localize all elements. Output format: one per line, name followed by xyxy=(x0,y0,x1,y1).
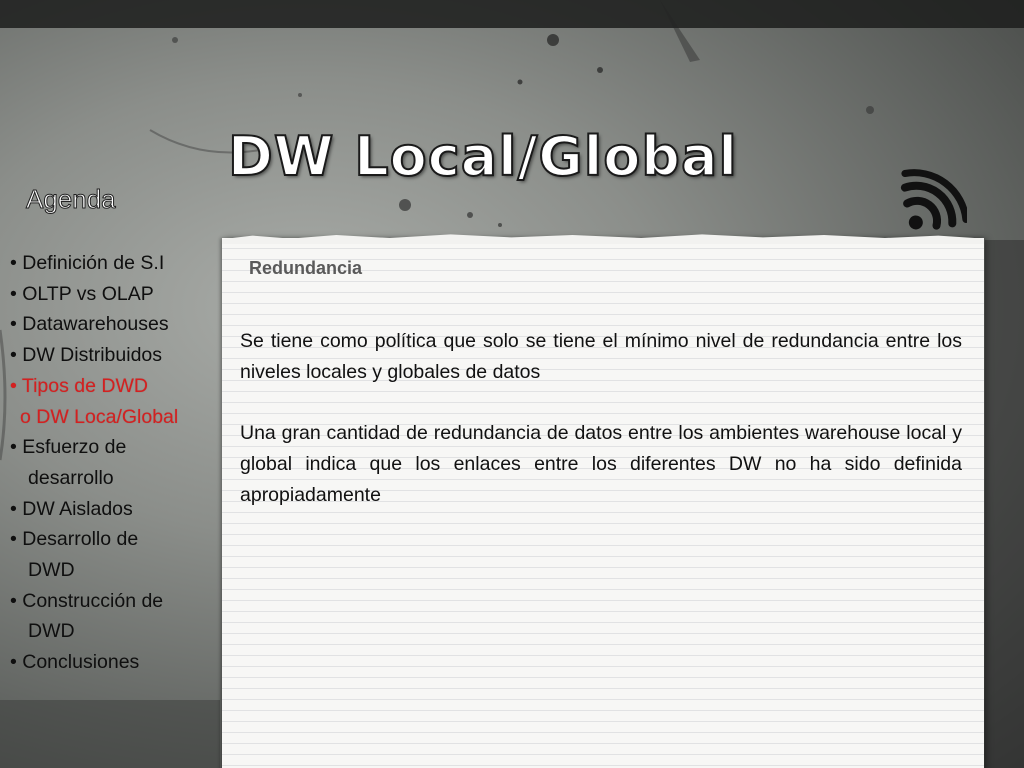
agenda-item-continuation: DWD xyxy=(28,620,75,643)
agenda-heading: Agenda xyxy=(26,184,117,214)
agenda-list: • Definición de S.I • OLTP vs OLAP • Dat… xyxy=(10,248,225,678)
agenda-item[interactable]: • Construcción de DWD xyxy=(10,586,225,647)
agenda-item[interactable]: • Esfuerzo de desarrollo xyxy=(10,432,225,493)
agenda-item[interactable]: • Conclusiones xyxy=(10,647,225,678)
paper-torn-edge xyxy=(222,234,984,244)
body-text: Se tiene como política que solo se tiene… xyxy=(240,326,962,541)
body-paragraph: Una gran cantidad de redundancia de dato… xyxy=(240,422,962,506)
agenda-item-label: • Esfuerzo de xyxy=(10,436,127,459)
agenda-item[interactable]: • DW Aislados xyxy=(10,494,225,525)
agenda-item-label: • Datawarehouses xyxy=(10,313,169,336)
slide-title: DW Local/Global xyxy=(227,125,738,188)
agenda-item-label: • DW Distribuidos xyxy=(10,344,163,367)
agenda-item[interactable]: • Desarrollo de DWD xyxy=(10,524,225,585)
agenda-item-label: • DW Aislados xyxy=(10,497,133,520)
agenda-item[interactable]: • Definición de S.I xyxy=(10,248,225,279)
agenda-item-label: • Conclusiones xyxy=(10,651,140,674)
agenda-item[interactable]: • OLTP vs OLAP xyxy=(10,279,225,310)
body-paragraph: Se tiene como política que solo se tiene… xyxy=(240,330,962,383)
agenda-item[interactable]: • Datawarehouses xyxy=(10,309,225,340)
rss-icon xyxy=(900,169,967,230)
agenda-item[interactable]: • DW Distribuidos xyxy=(10,340,225,371)
section-heading: Redundancia xyxy=(249,258,363,278)
content-paper: Redundancia Se tiene como política que s… xyxy=(222,234,984,768)
agenda-item-continuation: desarrollo xyxy=(28,466,114,489)
agenda-subitem-active[interactable]: o DW Loca/Global xyxy=(10,402,225,433)
agenda-item-label: • Definición de S.I xyxy=(10,252,165,274)
agenda-item-active[interactable]: • Tipos de DWD xyxy=(10,371,225,402)
agenda-item-continuation: DWD xyxy=(28,559,75,582)
agenda-item-label: • Desarrollo de xyxy=(10,528,139,551)
agenda-item-label: o DW Loca/Global xyxy=(20,405,179,428)
agenda-item-label: • Tipos de DWD xyxy=(10,374,148,397)
agenda-item-label: • Construcción de xyxy=(10,589,164,612)
agenda-item-label: • OLTP vs OLAP xyxy=(10,282,154,305)
